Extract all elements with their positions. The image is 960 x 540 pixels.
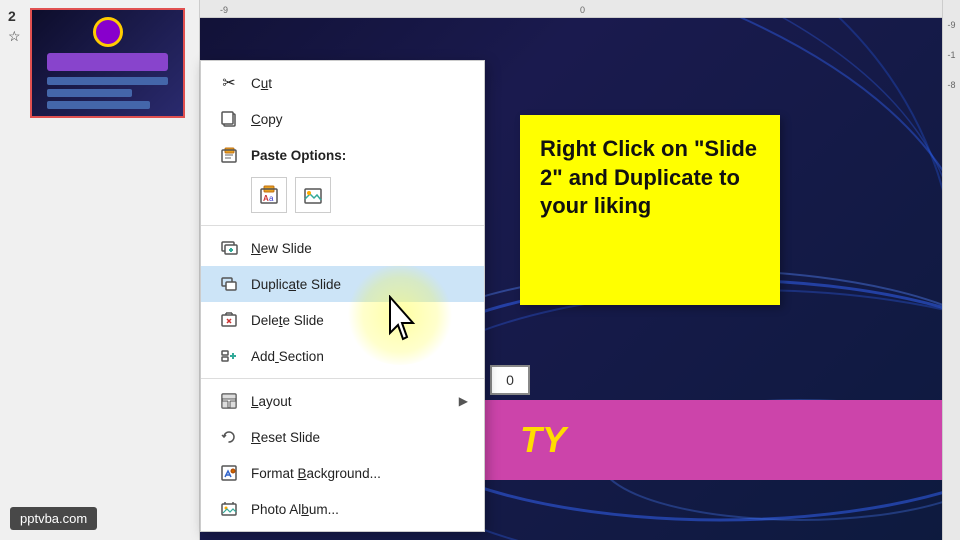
delete-slide-icon bbox=[217, 308, 241, 332]
copy-label: Copy bbox=[251, 112, 283, 127]
svg-text:0: 0 bbox=[580, 5, 585, 15]
menu-item-delete-slide[interactable]: Delete Slide bbox=[201, 302, 484, 338]
svg-text:a: a bbox=[269, 194, 274, 203]
delete-svg bbox=[220, 311, 238, 329]
menu-item-reset-slide[interactable]: Reset Slide bbox=[201, 419, 484, 455]
sticky-note-text: Right Click on "Slide 2" and Duplicate t… bbox=[540, 136, 757, 218]
menu-item-paste-options: Paste Options: bbox=[201, 137, 484, 173]
dup-slide-svg bbox=[220, 275, 238, 293]
paste-svg bbox=[220, 146, 238, 164]
watermark-text: pptvba.com bbox=[20, 511, 87, 526]
cut-underline: u bbox=[261, 76, 269, 91]
separator-1 bbox=[201, 225, 484, 226]
menu-item-format-background[interactable]: Format Background... bbox=[201, 455, 484, 491]
score-value: 0 bbox=[506, 372, 514, 388]
menu-item-new-slide[interactable]: New Slide bbox=[201, 230, 484, 266]
menu-item-cut[interactable]: ✂ Cut bbox=[201, 65, 484, 101]
score-badge: 0 bbox=[490, 365, 530, 395]
format-bg-svg bbox=[220, 464, 238, 482]
purple-bar: TY bbox=[480, 400, 960, 480]
paste-picture-btn[interactable] bbox=[295, 177, 331, 213]
cut-label: Cut bbox=[251, 76, 272, 91]
star-icon: ☆ bbox=[8, 28, 21, 45]
new-slide-icon bbox=[217, 236, 241, 260]
layout-label: Layout bbox=[251, 394, 292, 409]
paste-keep-format-btn[interactable]: A a bbox=[251, 177, 287, 213]
menu-item-add-section[interactable]: Add Section bbox=[201, 338, 484, 374]
separator-2 bbox=[201, 378, 484, 379]
format-background-label: Format Background... bbox=[251, 466, 381, 481]
duplicate-slide-icon bbox=[217, 272, 241, 296]
ruler-top: -9 0 bbox=[200, 0, 960, 18]
photo-album-icon bbox=[217, 497, 241, 521]
reset-svg bbox=[220, 428, 238, 446]
photo-album-label: Photo Album... bbox=[251, 502, 339, 517]
watermark: pptvba.com bbox=[10, 507, 97, 530]
svg-text:-9: -9 bbox=[220, 5, 228, 15]
context-menu: ✂ Cut Copy Paste Options: bbox=[200, 60, 485, 532]
menu-item-layout[interactable]: Layout ▶ bbox=[201, 383, 484, 419]
copy-icon bbox=[217, 107, 241, 131]
purple-bar-text: TY bbox=[520, 419, 566, 461]
photo-album-svg bbox=[220, 500, 238, 518]
paste-keep-svg: A a bbox=[258, 184, 280, 206]
menu-item-photo-album[interactable]: Photo Album... bbox=[201, 491, 484, 527]
paste-pic-svg bbox=[302, 184, 324, 206]
paste-options-label: Paste Options: bbox=[251, 148, 346, 163]
ruler-right: -9 -1 -8 bbox=[942, 0, 960, 540]
paste-options-icon bbox=[217, 143, 241, 167]
layout-submenu-arrow: ▶ bbox=[459, 394, 468, 408]
reset-slide-label: Reset Slide bbox=[251, 430, 320, 445]
add-section-svg bbox=[220, 347, 238, 365]
menu-item-duplicate-slide[interactable]: Duplicate Slide bbox=[201, 266, 484, 302]
scissors-icon: ✂ bbox=[217, 71, 241, 95]
thumb-inner bbox=[32, 10, 183, 116]
ruler-mark-2: -1 bbox=[947, 50, 955, 60]
ruler-mark-3: -8 bbox=[947, 80, 955, 90]
layout-svg bbox=[220, 392, 238, 410]
sticky-note: Right Click on "Slide 2" and Duplicate t… bbox=[520, 115, 780, 305]
menu-item-copy[interactable]: Copy bbox=[201, 101, 484, 137]
delete-slide-label: Delete Slide bbox=[251, 313, 324, 328]
ruler-top-marks: -9 0 bbox=[200, 0, 960, 18]
add-section-label: Add Section bbox=[251, 349, 324, 364]
paste-icons-row: A a bbox=[201, 173, 484, 221]
reset-slide-icon bbox=[217, 425, 241, 449]
copy-svg bbox=[220, 110, 238, 128]
duplicate-slide-label: Duplicate Slide bbox=[251, 277, 341, 292]
add-section-icon bbox=[217, 344, 241, 368]
new-slide-svg bbox=[220, 239, 238, 257]
slide-panel: 2 ☆ bbox=[0, 0, 200, 540]
slide-number: 2 bbox=[8, 8, 16, 24]
format-background-icon bbox=[217, 461, 241, 485]
layout-icon bbox=[217, 389, 241, 413]
slide-thumbnail[interactable] bbox=[30, 8, 185, 118]
ruler-mark-1: -9 bbox=[947, 20, 955, 30]
new-slide-label: New Slide bbox=[251, 241, 312, 256]
